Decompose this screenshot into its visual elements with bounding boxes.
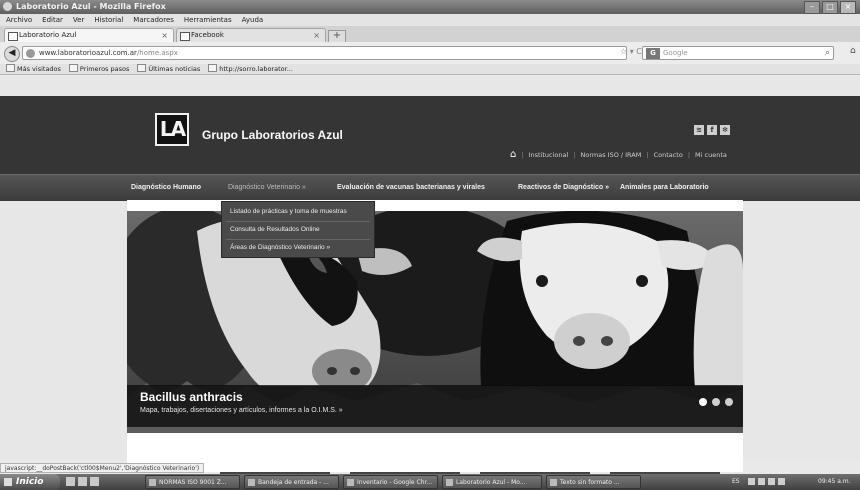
url-path: /home.aspx bbox=[136, 49, 178, 57]
dropdown-item-consulta[interactable]: Consulta de Resultados Online bbox=[230, 226, 320, 233]
url-bar[interactable]: www.laboratorioazul.com.ar/home.aspx bbox=[22, 46, 627, 60]
slide-caption: Bacillus anthracis Mapa, trabajos, diser… bbox=[127, 385, 743, 427]
site-header bbox=[0, 96, 860, 174]
minimize-button[interactable]: – bbox=[804, 1, 820, 14]
facebook-icon[interactable]: f bbox=[707, 125, 717, 135]
network-icon[interactable] bbox=[748, 478, 755, 485]
folder-icon[interactable] bbox=[90, 477, 99, 486]
slider-dot-3[interactable] bbox=[725, 398, 733, 406]
menu-ayuda[interactable]: Ayuda bbox=[242, 14, 264, 26]
window-titlebar: Laboratorio Azul - Mozilla Firefox – □ × bbox=[0, 0, 860, 14]
dropdown-item-areas[interactable]: Áreas de Diagnóstico Veterinario » bbox=[230, 244, 330, 251]
bookmarks-toolbar: Más visitados Primeros pasos Últimas not… bbox=[0, 64, 860, 75]
firefox-icon bbox=[3, 2, 12, 11]
menu-herramientas[interactable]: Herramientas bbox=[184, 14, 232, 26]
search-field[interactable]: G Google ⌕ bbox=[642, 46, 834, 60]
tab-laboratorio-azul[interactable]: Laboratorio Azul × bbox=[4, 28, 174, 42]
tab-facebook[interactable]: Facebook × bbox=[176, 28, 326, 42]
taskbar-item-normas[interactable]: NORMAS ISO 9001 Z... bbox=[145, 475, 240, 489]
bookmark-ultimas-noticias[interactable]: Últimas noticias bbox=[137, 64, 200, 74]
link-contacto[interactable]: Contacto bbox=[654, 151, 683, 159]
security-icon[interactable] bbox=[768, 478, 775, 485]
taskbar-item-inventario[interactable]: Inventario - Google Chr... bbox=[343, 475, 438, 489]
link-mi-cuenta[interactable]: Mi cuenta bbox=[695, 151, 727, 159]
nav-reactivos[interactable]: Reactivos de Diagnóstico » bbox=[518, 184, 609, 191]
bookmark-sorro[interactable]: http://sorro.laborator... bbox=[208, 64, 293, 74]
site-logo[interactable]: LA bbox=[155, 113, 189, 146]
bookmark-primeros-pasos[interactable]: Primeros pasos bbox=[69, 64, 129, 74]
status-bar: javascript:__doPostBack('ctl00$Menu2','D… bbox=[0, 463, 204, 473]
start-label: Inicio bbox=[16, 477, 44, 487]
tab-label: Facebook bbox=[191, 31, 224, 39]
close-tab-icon[interactable]: × bbox=[313, 29, 320, 42]
nav-diagnostico-veterinario[interactable]: Diagnóstico Veterinario » bbox=[228, 184, 306, 191]
menu-archivo[interactable]: Archivo bbox=[6, 14, 32, 26]
window-title: Laboratorio Azul - Mozilla Firefox bbox=[16, 2, 166, 11]
taskbar: Inicio NORMAS ISO 9001 Z... Bandeja de e… bbox=[0, 474, 860, 490]
share-icon[interactable]: ✻ bbox=[720, 125, 730, 135]
top-links: ⌂ | Institucional | Normas ISO / IRAM | … bbox=[510, 149, 727, 160]
menu-marcadores[interactable]: Marcadores bbox=[133, 14, 174, 26]
search-placeholder: Google bbox=[663, 49, 688, 57]
tab-label: Laboratorio Azul bbox=[19, 31, 77, 39]
main-navigation: Diagnóstico Humano Diagnóstico Veterinar… bbox=[0, 174, 860, 201]
slider-dot-2[interactable] bbox=[712, 398, 720, 406]
menu-bar: Archivo Editar Ver Historial Marcadores … bbox=[0, 14, 860, 26]
page-icon bbox=[8, 32, 18, 41]
taskbar-item-laboratorio[interactable]: Laboratorio Azul - Mo... bbox=[442, 475, 542, 489]
slide-subtitle[interactable]: Mapa, trabajos, disertaciones y artículo… bbox=[140, 407, 343, 414]
nav-animales[interactable]: Animales para Laboratorio bbox=[620, 184, 709, 191]
language-indicator[interactable]: ES bbox=[732, 474, 740, 490]
reload-icon[interactable]: ☆ ▾ C bbox=[620, 47, 642, 56]
link-normas[interactable]: Normas ISO / IRAM bbox=[580, 151, 641, 159]
slider-dot-1[interactable] bbox=[699, 398, 707, 406]
volume-icon[interactable] bbox=[758, 478, 765, 485]
browser-icon[interactable] bbox=[78, 477, 87, 486]
facebook-icon bbox=[180, 32, 190, 41]
slide-title[interactable]: Bacillus anthracis bbox=[140, 390, 243, 404]
tab-bar: Laboratorio Azul × Facebook × + bbox=[0, 26, 860, 43]
back-button[interactable]: ◀ bbox=[4, 46, 20, 62]
nav-evaluacion-vacunas[interactable]: Evaluación de vacunas bacterianas y vira… bbox=[337, 184, 485, 191]
navigation-bar: ◀ www.laboratorioazul.com.ar/home.aspx ☆… bbox=[0, 42, 860, 64]
social-links: ≋ f ✻ bbox=[694, 125, 730, 135]
search-icon[interactable]: ⌕ bbox=[825, 47, 830, 60]
nav-diagnostico-humano[interactable]: Diagnóstico Humano bbox=[131, 184, 201, 191]
veterinario-dropdown: Listado de prácticas y toma de muestras … bbox=[221, 201, 375, 258]
window-controls: – □ × bbox=[804, 1, 856, 14]
taskbar-item-bandeja[interactable]: Bandeja de entrada - ... bbox=[244, 475, 339, 489]
clock[interactable]: 09:45 a.m. bbox=[818, 474, 851, 490]
close-button[interactable]: × bbox=[840, 1, 856, 14]
quick-launch bbox=[66, 477, 99, 486]
menu-historial[interactable]: Historial bbox=[94, 14, 123, 26]
site-identity-icon bbox=[26, 49, 35, 58]
start-button[interactable]: Inicio bbox=[0, 474, 60, 490]
rss-icon[interactable]: ≋ bbox=[694, 125, 704, 135]
slider-dots bbox=[699, 398, 733, 406]
bookmark-mas-visitados[interactable]: Más visitados bbox=[6, 64, 61, 74]
close-tab-icon[interactable]: × bbox=[161, 29, 168, 42]
menu-editar[interactable]: Editar bbox=[42, 14, 63, 26]
site-brand: Grupo Laboratorios Azul bbox=[202, 128, 343, 142]
desktop-icon[interactable] bbox=[66, 477, 75, 486]
link-institucional[interactable]: Institucional bbox=[529, 151, 569, 159]
taskbar-item-texto[interactable]: Texto sin formato ... bbox=[546, 475, 641, 489]
home-icon[interactable]: ⌂ bbox=[510, 149, 516, 160]
maximize-button[interactable]: □ bbox=[822, 1, 838, 14]
home-icon[interactable]: ⌂ bbox=[850, 46, 856, 56]
update-icon[interactable] bbox=[778, 478, 785, 485]
dropdown-item-listado[interactable]: Listado de prácticas y toma de muestras bbox=[230, 208, 347, 215]
url-host: www.laboratorioazul.com.ar bbox=[39, 49, 137, 57]
google-icon: G bbox=[646, 48, 660, 59]
windows-icon bbox=[4, 478, 12, 486]
menu-ver[interactable]: Ver bbox=[73, 14, 84, 26]
